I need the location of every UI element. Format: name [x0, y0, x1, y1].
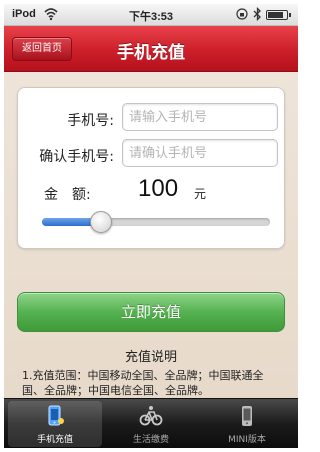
confirm-phone-input[interactable] — [122, 139, 278, 167]
phone-icon — [48, 405, 64, 426]
amount-slider-thumb[interactable] — [90, 211, 113, 233]
tab-bar: 手机充值 生活缴费 MINI版本 — [4, 398, 298, 448]
battery-icon — [266, 10, 291, 20]
mini-phone-icon — [242, 406, 252, 426]
amount-unit: 元 — [194, 187, 207, 201]
status-bar: iPod 下午3:53 — [4, 4, 298, 26]
tab-life-payment[interactable]: 生活缴费 — [104, 401, 198, 447]
confirm-phone-label: 确认手机号: — [39, 149, 114, 165]
amount-label: 金 额: — [44, 187, 91, 203]
phone-label: 手机号: — [67, 113, 114, 129]
info-title: 充值说明 — [124, 350, 177, 365]
recharge-now-button[interactable]: 立即充值 — [17, 292, 285, 332]
bicycle-icon — [139, 406, 163, 426]
phone-screen: iPod 下午3:53 返回首页 手机充值 手机号: 确认手机号: 金 额: 1… — [4, 4, 298, 448]
battery-fill — [268, 12, 283, 18]
tab-mini-version[interactable]: MINI版本 — [200, 401, 294, 447]
phone-input[interactable] — [122, 103, 278, 131]
tab-label: 手机充值 — [36, 435, 73, 445]
tab-label: 生活缴费 — [132, 435, 169, 445]
amount-value: 100 — [138, 175, 179, 202]
tab-label: MINI版本 — [228, 435, 266, 445]
info-text: 1.充值范围：中国移动全国、全品牌；中国联通全国、全品牌；中国电信全国、全品牌。 — [22, 369, 264, 397]
page-title: 手机充值 — [117, 43, 185, 63]
rotation-lock-icon — [236, 8, 248, 20]
bluetooth-icon — [253, 7, 261, 21]
tab-phone-recharge[interactable]: 手机充值 — [8, 401, 102, 447]
recharge-form-card: 手机号: 确认手机号: 金 额: 100 元 — [17, 87, 285, 249]
nav-bar: 返回首页 手机充值 — [4, 26, 298, 72]
amount-slider[interactable] — [42, 211, 270, 233]
